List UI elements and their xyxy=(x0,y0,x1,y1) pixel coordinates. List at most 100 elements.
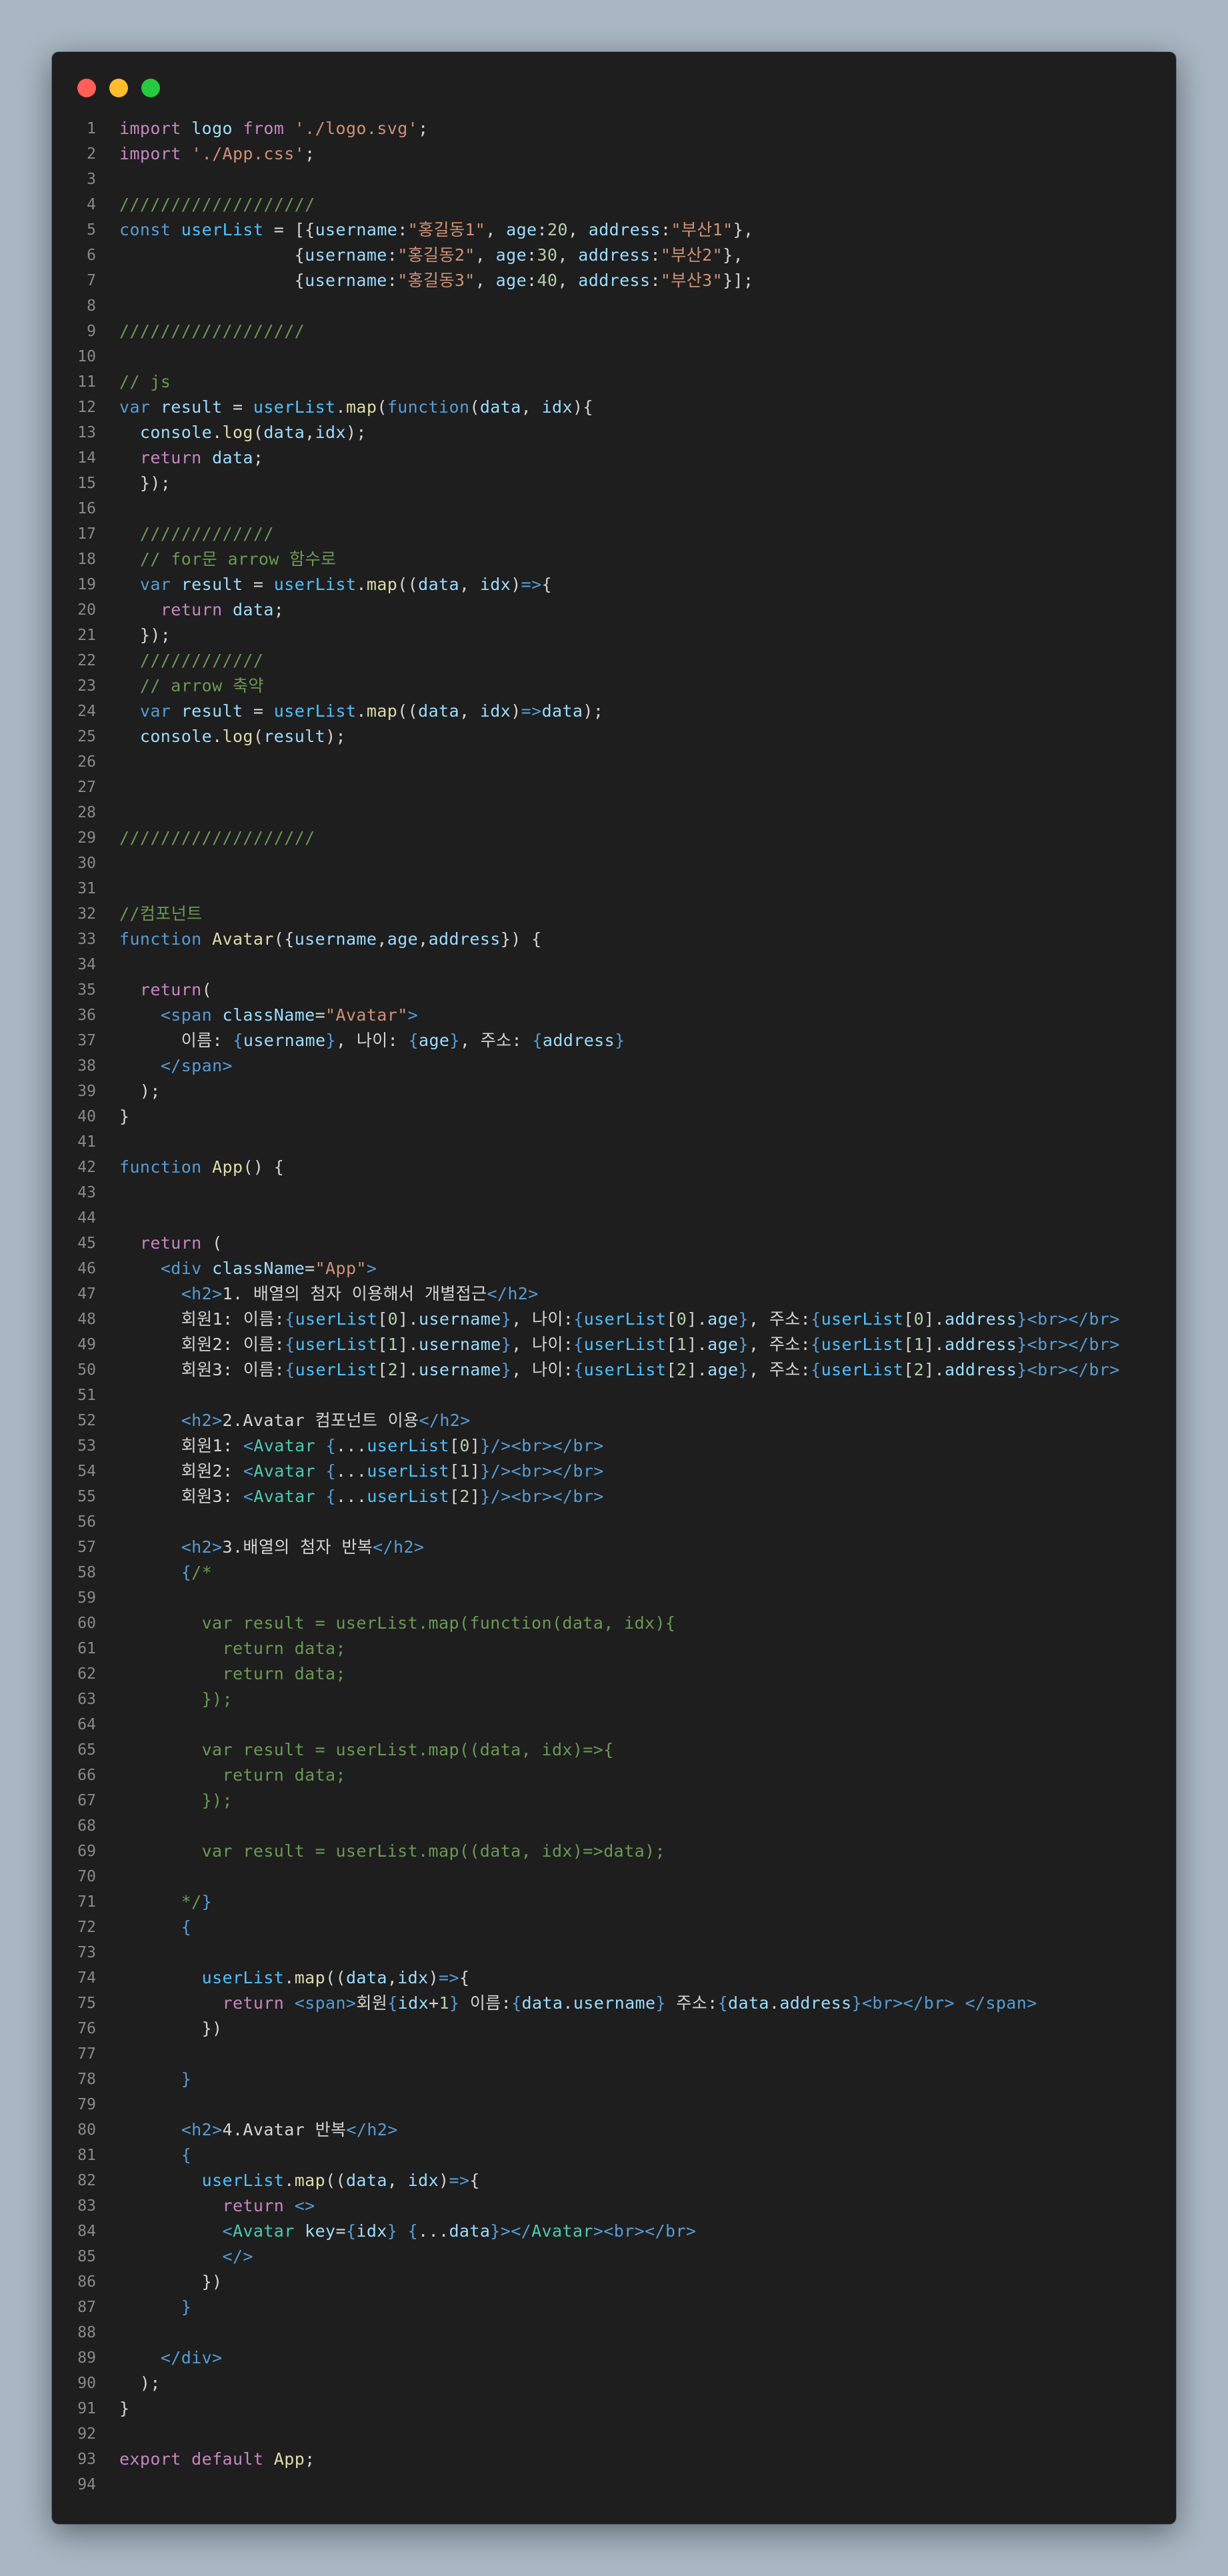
code-token: ] xyxy=(469,1487,481,1506)
line-number: 27 xyxy=(77,779,96,796)
code-token: h2 xyxy=(191,1284,213,1303)
code-token: "홍길동2" xyxy=(397,245,475,265)
code-token: br xyxy=(1089,1309,1110,1329)
code-token: />< xyxy=(490,1461,522,1481)
code-token: return data; xyxy=(119,1664,346,1683)
code-token: > xyxy=(212,1537,223,1557)
code-token: () { xyxy=(243,1157,285,1177)
code-token: data xyxy=(345,1968,387,1987)
code-token: . xyxy=(212,727,223,746)
code-line: 27 xyxy=(52,775,1176,800)
code-token: { xyxy=(181,1917,192,1937)
line-number: 62 xyxy=(77,1665,96,1683)
line-number: 64 xyxy=(77,1716,96,1733)
code-token: idx xyxy=(479,701,511,721)
code-text: 회원2: 이름:{userList[1].username}, 나이:{user… xyxy=(119,1332,1120,1357)
code-token: ; xyxy=(273,600,285,619)
line-number: 32 xyxy=(77,905,96,923)
line-number: 28 xyxy=(77,804,96,821)
code-token: ); xyxy=(583,701,604,721)
code-token: div xyxy=(171,1259,202,1278)
code-token: , xyxy=(459,575,480,594)
code-text: // for문 arrow 함수로 xyxy=(119,547,336,572)
code-token: < xyxy=(222,2221,233,2241)
code-token: br xyxy=(923,1993,945,2013)
line-number: 68 xyxy=(77,1817,96,1835)
code-token: ( xyxy=(253,423,264,442)
code-token: age xyxy=(707,1335,739,1354)
line-number: 36 xyxy=(77,1007,96,1024)
code-line: 37 이름: {username}, 나이: {age}, 주소: {addre… xyxy=(52,1028,1176,1053)
code-line: 87 } xyxy=(52,2295,1176,2320)
code-token: => xyxy=(521,575,542,594)
code-token: < xyxy=(243,1436,254,1455)
code-token: }); xyxy=(119,1791,233,1810)
code-token: , xyxy=(387,2171,408,2190)
code-token: , xyxy=(459,701,480,721)
code-token: map xyxy=(345,397,377,417)
code-token: { xyxy=(469,2171,480,2190)
code-line: 54 회원2: <Avatar {...userList[1]}/><br></… xyxy=(52,1459,1176,1484)
code-token: }, xyxy=(733,220,754,239)
code-token: ]. xyxy=(687,1309,708,1329)
code-token: } xyxy=(480,1461,491,1481)
line-number: 44 xyxy=(77,1209,96,1227)
line-number: 14 xyxy=(77,449,96,467)
code-token: , 나이: xyxy=(511,1309,574,1329)
code-token: : xyxy=(527,271,537,290)
code-line: 65 var result = userList.map((data, idx)… xyxy=(52,1737,1176,1763)
code-token: "부산2" xyxy=(660,245,723,265)
close-window-icon[interactable] xyxy=(77,79,96,97)
line-number: 26 xyxy=(77,753,96,771)
code-token: idx xyxy=(315,423,346,442)
code-text: return( xyxy=(119,977,212,1003)
code-text: import logo from './logo.svg'; xyxy=(119,116,429,141)
code-token: userList xyxy=(583,1309,667,1329)
code-line: 85 </> xyxy=(52,2244,1176,2269)
code-token: data xyxy=(449,2221,491,2241)
line-number: 80 xyxy=(77,2121,96,2139)
code-token: = xyxy=(315,1005,326,1025)
line-number: 7 xyxy=(87,272,96,289)
code-token: { xyxy=(285,1309,295,1329)
line-number: 69 xyxy=(77,1843,96,1860)
code-token: span xyxy=(985,1993,1027,2013)
code-line: 77 xyxy=(52,2041,1176,2067)
code-line: 92 xyxy=(52,2421,1176,2447)
line-number: 12 xyxy=(77,399,96,416)
maximize-window-icon[interactable] xyxy=(141,79,160,97)
code-token: Avatar xyxy=(253,1461,316,1481)
code-token: ( xyxy=(201,980,213,999)
code-token: . xyxy=(356,701,367,721)
code-text: console.log(result); xyxy=(119,724,346,749)
minimize-window-icon[interactable] xyxy=(109,79,128,97)
code-token: < xyxy=(1027,1309,1038,1329)
code-token: username xyxy=(419,1360,501,1379)
code-token: const xyxy=(119,220,171,239)
code-token: result xyxy=(181,701,243,721)
line-number: 89 xyxy=(77,2349,96,2367)
code-text: <h2>2.Avatar 컴포넌트 이용</h2> xyxy=(119,1408,471,1433)
code-line: 81 { xyxy=(52,2143,1176,2168)
code-token: [ xyxy=(666,1309,677,1329)
code-text: }); xyxy=(119,623,171,648)
code-text: } xyxy=(119,2295,191,2320)
code-token: { xyxy=(459,1968,470,1987)
code-token: { xyxy=(233,1031,243,1050)
code-token: , xyxy=(305,423,315,442)
code-token: ) xyxy=(428,1968,439,1987)
code-token: address xyxy=(945,1309,1017,1329)
code-token: > xyxy=(387,2120,398,2139)
code-token: , xyxy=(418,929,429,949)
code-token: username xyxy=(419,1309,501,1329)
code-token: { xyxy=(541,575,553,594)
code-token: ; xyxy=(253,448,264,467)
code-token: import xyxy=(119,144,181,163)
code-token: } xyxy=(490,2221,501,2241)
